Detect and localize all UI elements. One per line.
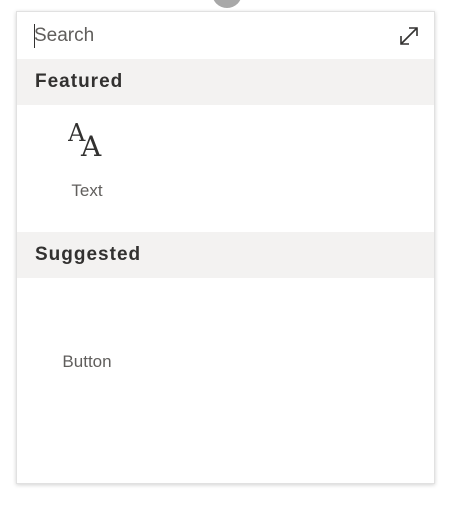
button-tile[interactable]: Button: [52, 342, 122, 382]
text-icon: A A: [68, 119, 102, 159]
text-caret: [34, 24, 35, 48]
suggested-section: Button: [17, 278, 434, 486]
text-tile-label: Text: [71, 181, 103, 200]
featured-header: Featured: [17, 59, 434, 105]
search-input[interactable]: [34, 20, 396, 51]
drag-handle[interactable]: [212, 0, 242, 8]
suggested-header: Suggested: [17, 232, 434, 278]
svg-text:A: A: [80, 130, 102, 159]
suggested-title: Suggested: [35, 244, 142, 265]
insert-panel: Featured A A Text Suggested Button: [16, 11, 435, 484]
text-tile[interactable]: A A Text: [52, 119, 122, 209]
button-tile-label: Button: [62, 352, 112, 371]
featured-title: Featured: [35, 71, 124, 92]
search-row: [17, 12, 434, 59]
expand-icon: [400, 26, 418, 45]
expand-button[interactable]: [396, 23, 422, 49]
featured-section: A A Text: [17, 105, 434, 232]
